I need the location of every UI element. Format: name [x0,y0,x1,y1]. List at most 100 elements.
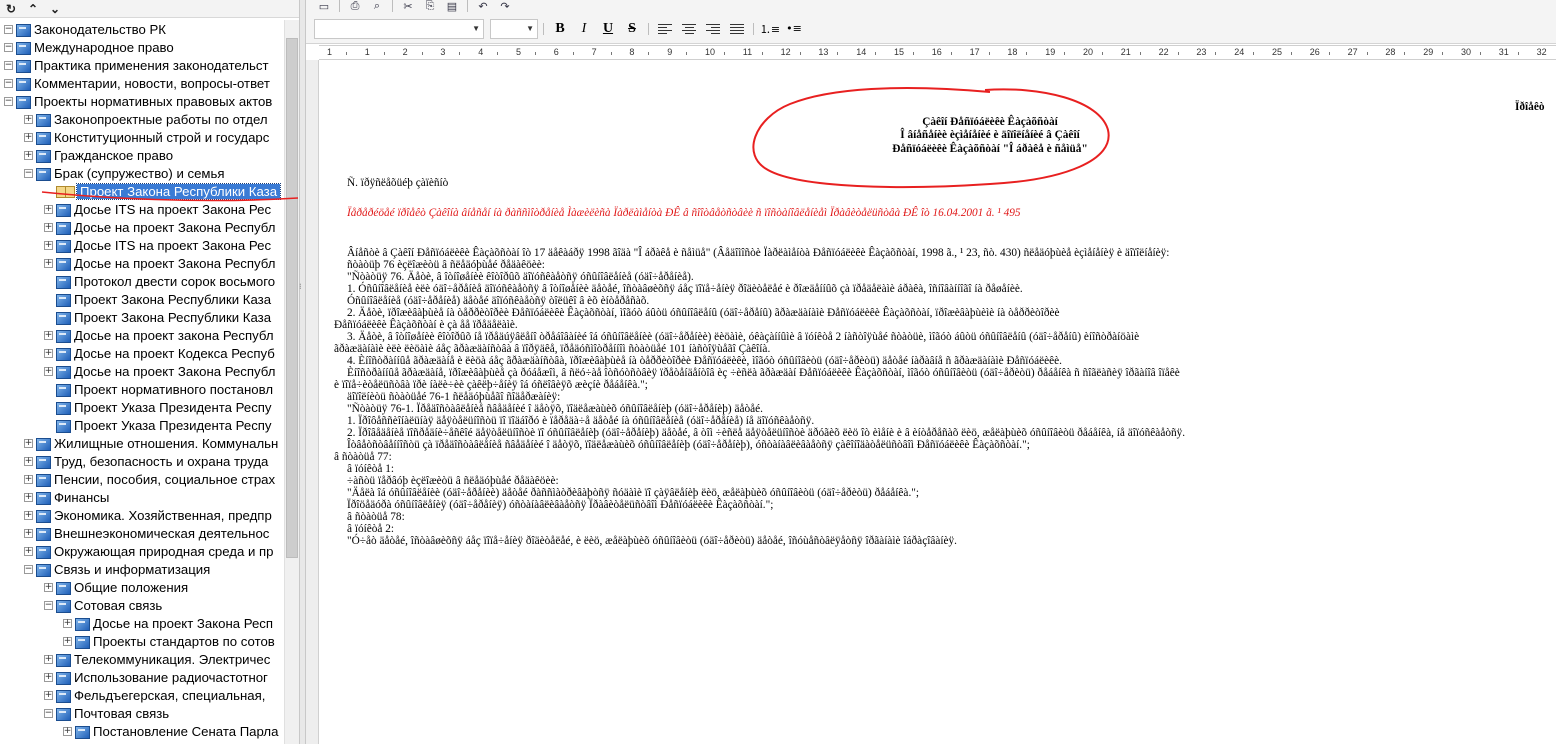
document-body[interactable]: Çàêîí Ðåñïóáëèêè Êàçàõñòàí Î âíåñåíèè èç… [320,61,1556,744]
expand-icon[interactable]: + [44,258,53,268]
tree-item[interactable]: + Финансы [24,488,109,506]
tree-item[interactable]: + Жилищные отношения. Коммунальн [24,434,278,452]
copy-icon[interactable]: ⎘ [420,0,440,14]
tree-item[interactable]: + Досье ITS на проект Закона Рес [44,200,271,218]
tree-item[interactable]: + Фельдъегерская, специальная, [44,686,265,704]
tree-item[interactable]: + Внешнеэкономическая деятельнос [24,524,269,542]
panel-splitter[interactable]: ⁝ [299,0,306,744]
tree-scrollbar[interactable] [284,20,299,744]
collapse-icon[interactable]: − [44,708,53,718]
tree-item[interactable]: − Международное право [4,38,174,56]
expand-icon[interactable]: + [24,510,33,520]
numbered-list-icon[interactable]: ⒈≡ [759,18,781,40]
tree-item[interactable]: + Труд, безопасность и охрана труда [24,452,268,470]
expand-icon[interactable]: + [24,546,33,556]
bold-button[interactable]: B [549,18,571,40]
tree-item[interactable]: + Конституционный строй и государс [24,128,269,146]
expand-icon[interactable]: + [44,240,53,250]
expand-icon[interactable]: + [24,438,33,448]
tree-item[interactable]: + Гражданское право [24,146,173,164]
chevron-down-icon[interactable]: ⌄ [46,1,64,17]
tree-item[interactable]: + Использование радиочастотног [44,668,268,686]
refresh-icon[interactable]: ↻ [2,1,20,17]
tree-item[interactable]: + Досье ITS на проект Закона Рес [44,236,271,254]
expand-icon[interactable]: + [44,330,53,340]
tree-item[interactable]: − Брак (супружество) и семья [24,164,224,182]
tree-item[interactable]: + Телекоммуникация. Электричес [44,650,270,668]
expand-icon[interactable]: + [44,222,53,232]
tree-item[interactable]: + Досье на проект Кодекса Респуб [44,344,275,362]
expand-icon[interactable]: + [44,582,53,592]
expand-icon[interactable]: + [24,456,33,466]
align-center-icon[interactable] [678,18,700,40]
expand-icon[interactable]: + [44,366,53,376]
italic-button[interactable]: I [573,18,595,40]
collapse-icon[interactable]: − [44,600,53,610]
expand-icon[interactable]: + [44,348,53,358]
collapse-icon[interactable]: − [4,96,13,106]
expand-icon[interactable]: + [63,618,72,628]
expand-icon[interactable]: + [24,474,33,484]
tree-item[interactable]: + Проекты стандартов по сотов [63,632,275,650]
tree-item[interactable]: + Досье на проект закона Республ [44,326,274,344]
expand-icon[interactable]: + [63,636,72,646]
font-size-select[interactable]: ▼ [490,18,538,39]
expand-icon[interactable]: + [24,114,33,124]
tree-item[interactable]: + Законопроектные работы по отдел [24,110,268,128]
tree-item[interactable]: + Досье на проект Закона Республ [44,362,275,380]
tree-item[interactable]: Проект Указа Президента Респу [44,398,272,416]
ruler[interactable]: 1 1 2 3 4 5 6 7 8 9 10 11 12 13 14 15 16 17 18 19 20 21 22 23 24… [319,45,1556,60]
strikethrough-button[interactable]: S [621,18,643,40]
paste-icon[interactable]: ▤ [442,0,462,14]
font-family-select[interactable]: ▼ [314,18,484,39]
expand-icon[interactable]: + [63,726,72,736]
tree-item[interactable]: − Практика применения законодательст [4,56,269,74]
expand-icon[interactable]: + [24,492,33,502]
tree-item[interactable]: − Законодательство РК [4,20,166,38]
tree-item[interactable]: + Досье на проект Закона Республ [44,218,275,236]
tree-item[interactable]: − Сотовая связь [44,596,162,614]
tree-scrollbar-thumb[interactable] [286,38,298,558]
expand-icon[interactable]: + [44,654,53,664]
tree-item[interactable]: − Почтовая связь [44,704,169,722]
tree-item[interactable]: + Постановление Сената Парла [63,722,278,740]
tree-item[interactable]: Проект Закона Республики Каза [44,182,282,200]
collapse-icon[interactable]: − [24,564,33,574]
underline-button[interactable]: U [597,18,619,40]
tree-item[interactable]: + Досье на проект Закона Респ [63,614,273,632]
cut-icon[interactable]: ✂ [398,0,418,14]
expand-icon[interactable]: + [44,204,53,214]
tree-item[interactable]: + Пенсии, пособия, социальное страх [24,470,275,488]
chevron-up-icon[interactable]: ⌃ [24,1,42,17]
tree-item[interactable]: − Комментарии, новости, вопросы-ответ [4,74,270,92]
collapse-icon[interactable]: − [24,168,33,178]
tree-item[interactable]: + Экономика. Хозяйственная, предпр [24,506,272,524]
print-preview-icon[interactable]: ⌕ [367,0,387,14]
collapse-icon[interactable]: − [4,42,13,52]
redo-icon[interactable]: ↷ [495,0,515,14]
tree-item[interactable]: Проект нормативного постановл [44,380,273,398]
tree-item[interactable]: + Досье на проект Закона Республ [44,254,275,272]
align-right-icon[interactable] [702,18,724,40]
tree-item[interactable]: Протокол двести сорок восьмого [44,272,275,290]
align-justify-icon[interactable] [726,18,748,40]
collapse-icon[interactable]: − [4,60,13,70]
tree-item[interactable]: + Общие положения [44,578,188,596]
tree-item[interactable]: − Проекты нормативных правовых актов [4,92,272,110]
expand-icon[interactable]: + [24,150,33,160]
bulleted-list-icon[interactable]: •≡ [783,18,805,40]
tree-item[interactable]: − Связь и информатизация [24,560,210,578]
new-document-icon[interactable]: ▭ [314,0,334,14]
undo-icon[interactable]: ↶ [473,0,493,14]
expand-icon[interactable]: + [24,528,33,538]
tree-item[interactable]: + Окружающая природная среда и пр [24,542,274,560]
expand-icon[interactable]: + [24,132,33,142]
tree-item[interactable]: Проект Закона Республики Каза [44,290,271,308]
tree-item[interactable]: Проект Закона Республики Каза [44,308,271,326]
collapse-icon[interactable]: − [4,24,13,34]
print-icon[interactable]: ⎙ [345,0,365,14]
collapse-icon[interactable]: − [4,78,13,88]
tree-item[interactable]: Проект Указа Президента Респу [44,416,272,434]
expand-icon[interactable]: + [44,672,53,682]
align-left-icon[interactable] [654,18,676,40]
